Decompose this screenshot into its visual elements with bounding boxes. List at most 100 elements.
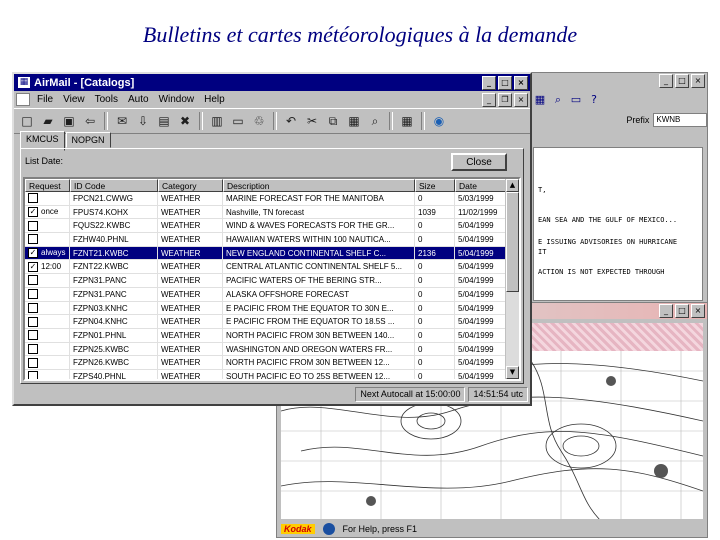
description-cell: E PACIFIC FROM THE EQUATOR TO 18.5S ... (223, 315, 415, 329)
table-row[interactable]: FZPN31.PANC WEATHER PACIFIC WATERS OF THE … (25, 274, 519, 288)
airmail-window[interactable]: ▦ AirMail - [Catalogs] _ □ × File View T… (12, 72, 532, 406)
undo-icon[interactable]: ↶ (282, 112, 300, 130)
table-row[interactable]: FZPS40.PHNL WEATHER SOUTH PACIFIC EQ TO 25… (25, 369, 519, 379)
table-row[interactable]: FPCN21.CWWG WEATHER MARINE FORECAST FOR TH… (25, 192, 519, 206)
close-icon[interactable]: × (514, 76, 528, 90)
description-cell: WIND & WAVES FORECASTS FOR THE GR... (223, 219, 415, 234)
table-row[interactable]: FZPN31.PANC WEATHER ALASKA OFFSHORE FORECA… (25, 287, 519, 302)
slide-title: Bulletins et cartes météorologiques à la… (142, 22, 578, 47)
outbox-icon[interactable]: ✉ (113, 112, 131, 130)
save-icon[interactable]: ▣ (60, 112, 78, 130)
table-row[interactable]: FZPN25.KWBC WEATHER WASHINGTON AND OREGON … (25, 342, 519, 357)
close-button[interactable]: Close (451, 153, 507, 171)
document-icon[interactable] (16, 93, 30, 106)
restore-icon[interactable]: ❐ (498, 93, 512, 107)
catalog-panel-container: KMCUS NOPGN List Date: Close Request ID … (20, 131, 524, 384)
table-header: Request ID Code Category Description Siz… (25, 179, 519, 192)
close-icon[interactable]: × (691, 74, 705, 88)
chart-icon[interactable]: ▦ (533, 93, 547, 107)
minimize-icon[interactable]: _ (482, 76, 496, 90)
table-row[interactable]: ✓ always FZNT21.KWBC WEATHER NEW ENGLAND CON… (25, 246, 519, 261)
request-checkbox[interactable] (28, 330, 38, 341)
vertical-scrollbar[interactable]: ▲ ▼ (505, 179, 519, 379)
menu-tools[interactable]: Tools (90, 94, 123, 105)
find-icon[interactable]: ⌕ (366, 112, 384, 130)
open-folder-icon[interactable]: ▰ (39, 112, 57, 130)
menu-window[interactable]: Window (154, 94, 200, 105)
scroll-down-icon[interactable]: ▼ (506, 366, 519, 379)
close-icon[interactable]: × (514, 93, 528, 107)
catalog-table[interactable]: Request ID Code Category Description Siz… (23, 177, 521, 381)
new-icon[interactable]: □ (18, 112, 36, 130)
request-checkbox[interactable]: ✓ (28, 248, 38, 259)
bulletin-window-titlebar[interactable]: _ □ × (529, 73, 707, 89)
menu-file[interactable]: File (32, 94, 58, 105)
minimize-icon[interactable]: _ (659, 74, 673, 88)
id-code-cell: FZNT22.KWBC (70, 260, 158, 275)
prefix-field[interactable]: KWNB (653, 113, 707, 127)
request-checkbox[interactable] (28, 371, 38, 379)
cut-icon[interactable]: ✂ (303, 112, 321, 130)
tab-nopgn[interactable]: NOPGN (65, 132, 111, 148)
column-header-size[interactable]: Size (415, 179, 455, 192)
column-header-request[interactable]: Request (25, 179, 70, 192)
table-row[interactable]: FZPN01.PHNL WEATHER NORTH PACIFIC FROM 30N… (25, 328, 519, 343)
scroll-up-icon[interactable]: ▲ (506, 179, 519, 192)
request-checkbox[interactable] (28, 234, 38, 245)
table-row[interactable]: ✓ 12:00 FZNT22.KWBC WEATHER CENTRAL ATLANTIC… (25, 260, 519, 275)
zoom-icon[interactable]: ⌕ (551, 93, 565, 107)
inbox-icon[interactable]: ⇩ (134, 112, 152, 130)
id-code-cell: FZPN26.KWBC (70, 356, 158, 370)
airmail-titlebar[interactable]: ▦ AirMail - [Catalogs] _ □ × (14, 74, 530, 91)
bulletin-window[interactable]: _ □ × ▦ ⌕ ▭ ? Prefix KWNB T, EAN SEA AND… (528, 72, 708, 306)
mailbox-icon[interactable]: ▤ (155, 112, 173, 130)
print-icon[interactable]: ▭ (569, 93, 583, 107)
size-cell: 0 (415, 233, 455, 247)
table-row[interactable]: FZHW40.PHNL WEATHER HAWAIIAN WATERS WITHIN… (25, 233, 519, 247)
request-checkbox[interactable] (28, 289, 38, 300)
trash-icon[interactable]: ♲ (250, 112, 268, 130)
column-header-description[interactable]: Description (223, 179, 415, 192)
back-icon[interactable]: ⇦ (81, 112, 99, 130)
delete-icon[interactable]: ✖ (176, 112, 194, 130)
table-row[interactable]: FQUS22.KWBC WEATHER WIND & WAVES FORECASTS… (25, 219, 519, 234)
request-checkbox[interactable] (28, 193, 38, 204)
request-checkbox[interactable] (28, 275, 38, 286)
table-row[interactable]: ✓ once FPUS74.KOHX WEATHER Nashville, TN for… (25, 205, 519, 220)
paste-icon[interactable]: ▦ (345, 112, 363, 130)
column-header-category[interactable]: Category (158, 179, 223, 192)
table-row[interactable]: FZPN03.KNHC WEATHER E PACIFIC FROM THE EQU… (25, 301, 519, 316)
print-icon[interactable]: ▭ (229, 112, 247, 130)
maximize-icon[interactable]: □ (498, 76, 512, 90)
maximize-icon[interactable]: □ (675, 74, 689, 88)
table-body: FPCN21.CWWG WEATHER MARINE FORECAST FOR TH… (25, 192, 519, 379)
menu-help[interactable]: Help (199, 94, 230, 105)
catalog-icon[interactable]: ▦ (398, 112, 416, 130)
table-row[interactable]: FZPN26.KWBC WEATHER NORTH PACIFIC FROM 30N… (25, 356, 519, 370)
menu-view[interactable]: View (58, 94, 90, 105)
connect-icon[interactable]: ◉ (430, 112, 448, 130)
request-checkbox[interactable] (28, 357, 38, 368)
id-code-cell: FZPN01.PHNL (70, 328, 158, 343)
close-icon[interactable]: × (691, 304, 705, 318)
request-checkbox[interactable] (28, 302, 38, 313)
next-autocall-status: Next Autocall at 15:00:00 (355, 387, 466, 402)
bulletin-toolbar: ▦ ⌕ ▭ ? (529, 89, 707, 111)
request-checkbox[interactable] (28, 343, 38, 354)
maximize-icon[interactable]: □ (675, 304, 689, 318)
properties-icon[interactable]: ▥ (208, 112, 226, 130)
request-checkbox[interactable]: ✓ (28, 261, 38, 272)
minimize-icon[interactable]: _ (482, 93, 496, 107)
id-code-cell: FPUS74.KOHX (70, 205, 158, 220)
description-cell: NEW ENGLAND CONTINENTAL SHELF C... (223, 246, 415, 261)
column-header-id-code[interactable]: ID Code (70, 179, 158, 192)
menu-auto[interactable]: Auto (123, 94, 154, 105)
copy-icon[interactable]: ⧉ (324, 112, 342, 130)
request-checkbox[interactable] (28, 220, 38, 231)
table-row[interactable]: FZPN04.KNHC WEATHER E PACIFIC FROM THE EQU… (25, 315, 519, 329)
help-icon[interactable]: ? (587, 93, 601, 107)
minimize-icon[interactable]: _ (659, 304, 673, 318)
scroll-thumb[interactable] (506, 192, 519, 292)
request-checkbox[interactable]: ✓ (28, 207, 38, 218)
request-checkbox[interactable] (28, 316, 38, 327)
